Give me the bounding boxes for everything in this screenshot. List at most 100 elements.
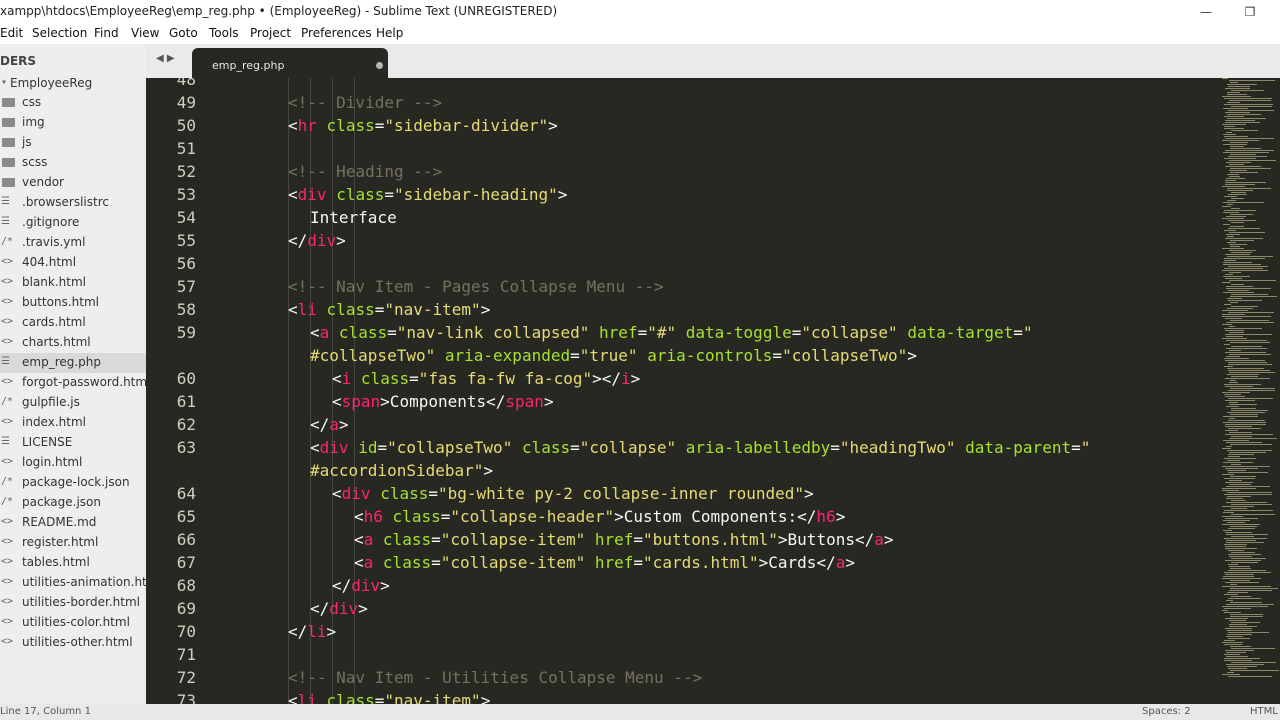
code-line[interactable]: #accordionSidebar"> <box>310 459 493 482</box>
minimap-line <box>1223 520 1250 521</box>
sidebar-item[interactable]: <> utilities-animation.html <box>0 573 162 593</box>
code-line[interactable]: <hr class="sidebar-divider"> <box>288 114 558 137</box>
code-line[interactable]: Interface <box>310 206 397 229</box>
code-line[interactable]: </div> <box>332 574 390 597</box>
minimap-line <box>1227 450 1272 451</box>
sidebar-item[interactable]: /* package.json <box>0 493 146 513</box>
code-line[interactable]: <li class="nav-item"> <box>288 689 490 704</box>
minimap-line <box>1227 298 1242 299</box>
minimap-line <box>1226 178 1245 179</box>
minimap-line <box>1231 536 1254 537</box>
code-line[interactable]: #collapseTwo" aria-expanded="true" aria-… <box>310 344 917 367</box>
code-line[interactable]: <i class="fas fa-fw fa-cog"></i> <box>332 367 640 390</box>
sidebar-item[interactable]: <> blank.html <box>0 273 146 293</box>
code-line[interactable]: <!-- Heading --> <box>288 160 442 183</box>
minimize-button[interactable]: — <box>1192 2 1220 22</box>
menu-goto[interactable]: Goto <box>169 26 198 40</box>
code-line[interactable]: <h6 class="collapse-header">Custom Compo… <box>354 505 845 528</box>
minimap-line <box>1222 96 1251 97</box>
sidebar-item[interactable]: /* .travis.yml <box>0 233 146 253</box>
minimap-line <box>1226 502 1267 503</box>
sidebar-item[interactable]: <> 404.html <box>0 253 146 273</box>
sidebar-item[interactable]: js <box>0 133 146 153</box>
sidebar-item[interactable]: /* gulpfile.js <box>0 393 146 413</box>
sidebar-item[interactable]: <> utilities-border.html <box>0 593 146 613</box>
minimap-line <box>1227 174 1239 175</box>
code-line[interactable]: </div> <box>288 229 346 252</box>
sidebar-item[interactable]: <> buttons.html <box>0 293 146 313</box>
script-file-icon: /* <box>1 236 14 247</box>
minimap-line <box>1224 210 1256 211</box>
sidebar-item[interactable]: <> forgot-password.html <box>0 373 150 393</box>
code-line[interactable]: <!-- Nav Item - Utilities Collapse Menu … <box>288 666 702 689</box>
syntax-mode[interactable]: HTML <box>1250 706 1278 717</box>
code-token: > <box>480 300 491 319</box>
project-folder[interactable]: ▾ EmployeeReg <box>0 74 146 94</box>
sidebar-item[interactable]: ☰ LICENSE <box>0 433 146 453</box>
code-token: aria-controls <box>647 346 773 365</box>
folder-icon <box>2 138 15 147</box>
minimap[interactable] <box>1220 78 1280 704</box>
minimap-line <box>1224 478 1255 479</box>
code-line[interactable]: <!-- Nav Item - Pages Collapse Menu --> <box>288 275 664 298</box>
menu-project[interactable]: Project <box>250 26 291 40</box>
minimap-line <box>1231 192 1246 193</box>
code-token: "nav-link collapsed" <box>396 323 590 342</box>
sidebar-item[interactable]: ☰ .browserslistrc <box>0 193 146 213</box>
sidebar-item[interactable]: <> utilities-other.html <box>0 633 146 653</box>
minimap-line <box>1230 148 1261 149</box>
code-line[interactable]: <span>Components</span> <box>332 390 554 413</box>
code-line[interactable]: <li class="nav-item"> <box>288 298 490 321</box>
sidebar-item[interactable]: <> index.html <box>0 413 146 433</box>
sidebar-item[interactable]: <> login.html <box>0 453 146 473</box>
code-line[interactable]: </a> <box>310 413 349 436</box>
code-token: = <box>431 553 441 572</box>
code-token: div <box>307 231 337 250</box>
sidebar-item[interactable]: <> cards.html <box>0 313 146 333</box>
menu-view[interactable]: View <box>131 26 159 40</box>
code-token: data-parent <box>965 438 1072 457</box>
sidebar-item[interactable]: vendor <box>0 173 146 193</box>
menu-find[interactable]: Find <box>94 26 119 40</box>
sidebar-item[interactable]: <> charts.html <box>0 333 146 353</box>
project-folder-label: EmployeeReg <box>10 76 93 90</box>
folders-heading: DERS <box>0 54 37 68</box>
menu-tools[interactable]: Tools <box>209 26 239 40</box>
tab-emp-reg[interactable]: emp_reg.php <box>192 48 388 78</box>
menu-edit[interactable]: Edit <box>0 26 23 40</box>
sidebar-item[interactable]: /* package-lock.json <box>0 473 146 493</box>
code-line[interactable]: <a class="nav-link collapsed" href="#" d… <box>310 321 1033 344</box>
minimap-line <box>1225 548 1257 549</box>
sidebar-item[interactable]: <> tables.html <box>0 553 146 573</box>
menu-selection[interactable]: Selection <box>32 26 87 40</box>
code-line[interactable]: <div class="sidebar-heading"> <box>288 183 567 206</box>
sidebar-item[interactable]: <> utilities-color.html <box>0 613 146 633</box>
sidebar-item[interactable]: ☰ .gitignore <box>0 213 146 233</box>
sidebar-item[interactable]: <> README.md <box>0 513 146 533</box>
sidebar-item[interactable]: <> register.html <box>0 533 146 553</box>
code-line[interactable]: <!-- Divider --> <box>288 91 442 114</box>
code-line[interactable]: <a class="collapse-item" href="buttons.h… <box>354 528 894 551</box>
code-line[interactable]: </li> <box>288 620 336 643</box>
code-line[interactable]: <div id="collapseTwo" class="collapse" a… <box>310 436 1090 459</box>
sidebar-item[interactable]: img <box>0 113 146 133</box>
sidebar-item[interactable]: scss <box>0 153 146 173</box>
unsaved-dot-icon[interactable] <box>376 62 383 69</box>
sidebar-item[interactable]: css <box>0 93 146 113</box>
indentation-setting[interactable]: Spaces: 2 <box>1142 706 1191 717</box>
minimap-line <box>1230 246 1240 247</box>
tab-nav-arrows-icon[interactable]: ◀ ▶ <box>156 53 175 64</box>
code-line[interactable]: <div class="bg-white py-2 collapse-inner… <box>332 482 814 505</box>
code-editor[interactable]: 48 49 <!-- Divider --> 50 <hr class="sidebar… <box>146 78 1220 704</box>
code-token: data-toggle <box>685 323 792 342</box>
minimap-line <box>1222 448 1231 449</box>
code-line[interactable]: <a class="collapse-item" href="cards.htm… <box>354 551 855 574</box>
menu-preferences[interactable]: Preferences <box>301 26 372 40</box>
minimap-line <box>1222 248 1244 249</box>
maximize-button[interactable]: ❐ <box>1236 2 1264 22</box>
menu-help[interactable]: Help <box>376 26 403 40</box>
sidebar-item[interactable]: ☰ emp_reg.php <box>0 353 146 373</box>
code-line[interactable]: </div> <box>310 597 368 620</box>
minimap-line <box>1231 306 1258 307</box>
